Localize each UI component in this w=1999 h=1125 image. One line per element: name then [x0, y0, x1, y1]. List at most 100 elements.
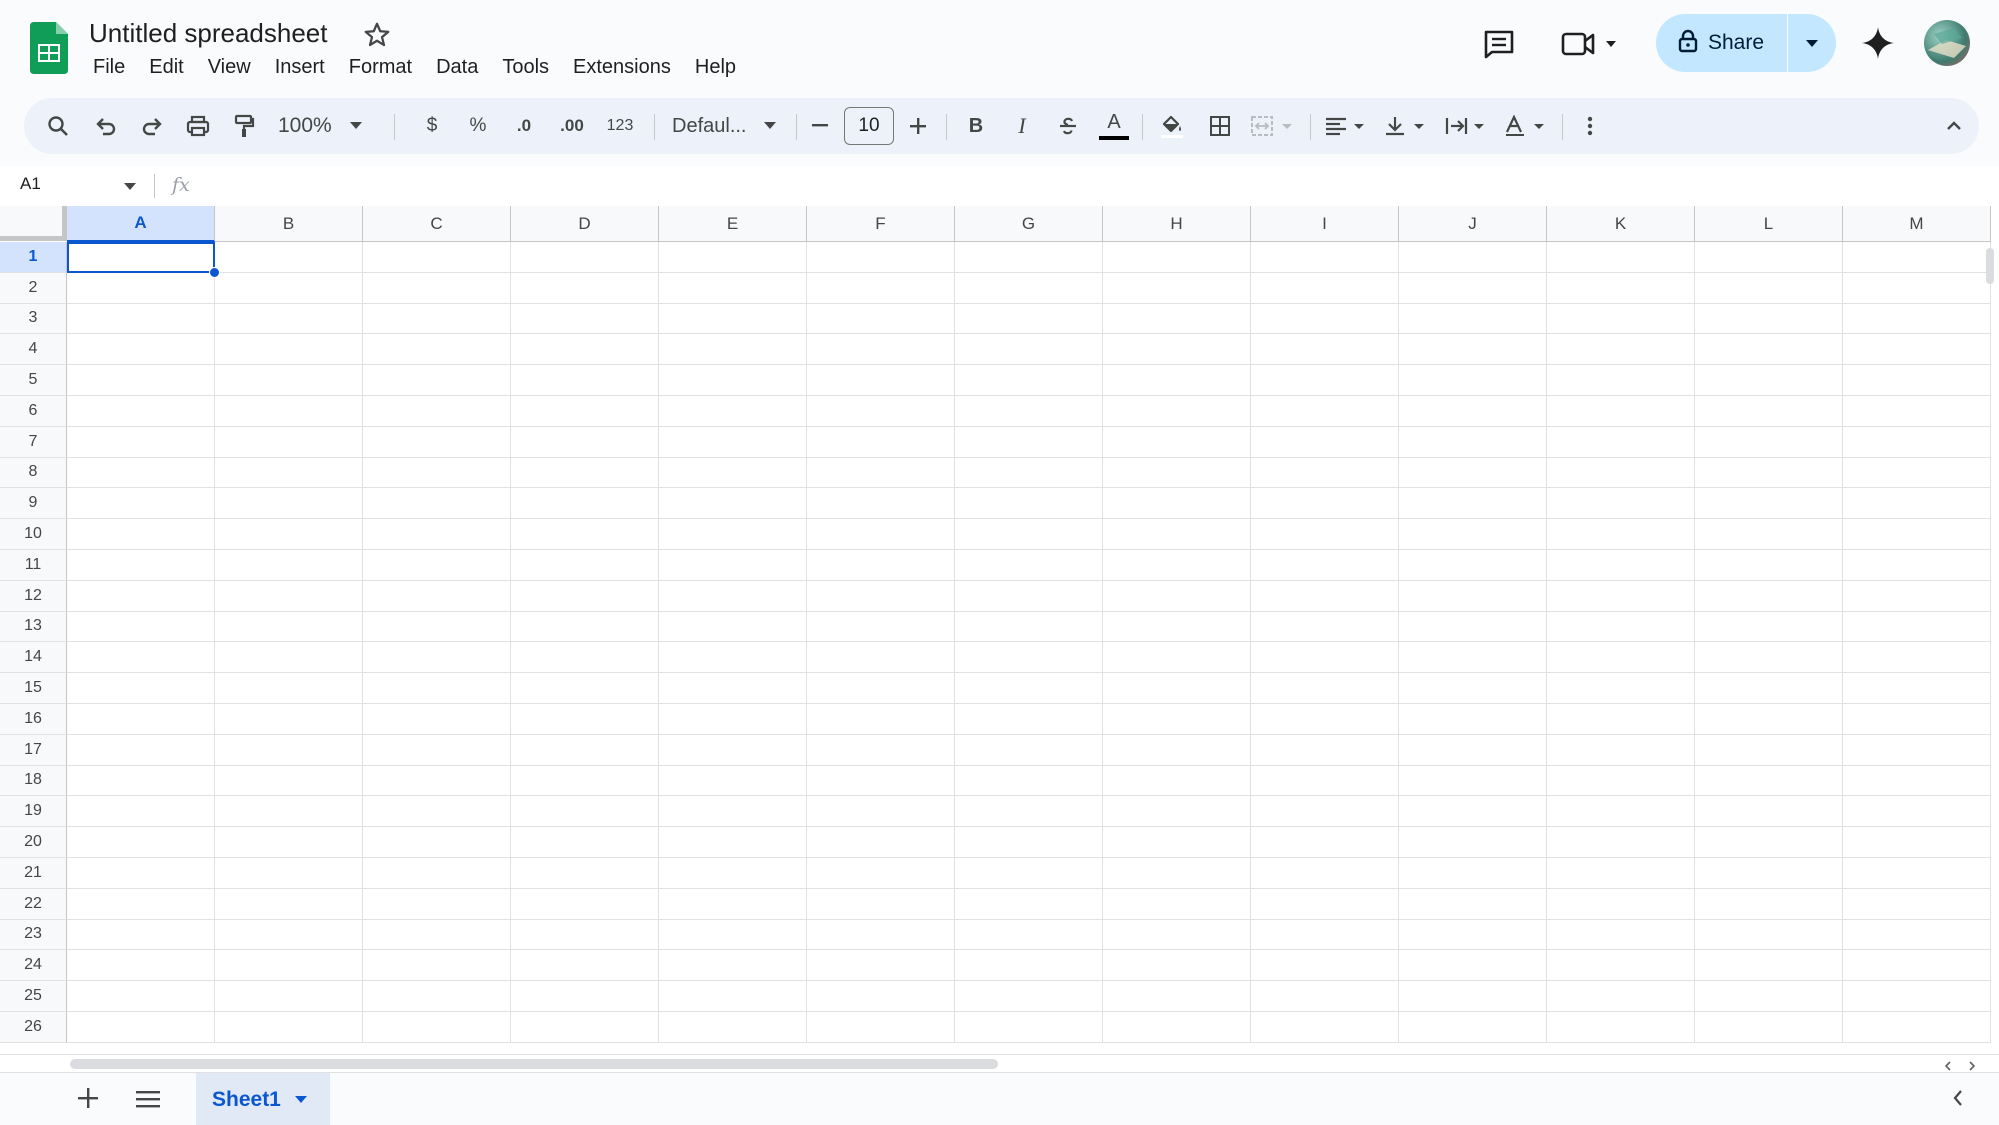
cell-b3[interactable] [215, 303, 363, 335]
cell-b25[interactable] [215, 981, 363, 1012]
cell-d15[interactable] [511, 673, 659, 704]
cell-k19[interactable] [1547, 796, 1695, 828]
cell-i14[interactable] [1251, 642, 1399, 674]
borders-icon[interactable] [1200, 98, 1240, 154]
cell-m6[interactable] [1843, 395, 1991, 427]
formula-input[interactable] [210, 172, 1970, 200]
cell-b13[interactable] [215, 611, 363, 643]
cell-i25[interactable] [1251, 981, 1399, 1012]
cell-g13[interactable] [955, 611, 1103, 643]
cell-d1[interactable] [511, 242, 659, 273]
row-header-19[interactable]: 19 [0, 796, 67, 828]
menu-insert[interactable]: Insert [263, 54, 337, 82]
cell-i15[interactable] [1251, 673, 1399, 704]
cell-l7[interactable] [1695, 426, 1843, 458]
cell-k16[interactable] [1547, 703, 1695, 735]
cell-m4[interactable] [1843, 334, 1991, 366]
cell-g22[interactable] [955, 888, 1103, 920]
cell-a12[interactable] [67, 580, 215, 612]
cell-d26[interactable] [511, 1011, 659, 1043]
cell-l3[interactable] [1695, 303, 1843, 335]
cell-e22[interactable] [659, 888, 807, 920]
cell-e23[interactable] [659, 919, 807, 951]
cell-c16[interactable] [363, 703, 511, 735]
cell-e16[interactable] [659, 703, 807, 735]
cell-b7[interactable] [215, 426, 363, 458]
share-button[interactable]: Share [1656, 14, 1836, 72]
cell-l13[interactable] [1695, 611, 1843, 643]
italic-button[interactable]: I [1002, 98, 1042, 154]
row-header-12[interactable]: 12 [0, 580, 67, 612]
cell-h9[interactable] [1103, 488, 1251, 520]
font-select[interactable]: Defaul... [664, 98, 804, 154]
row-header-1[interactable]: 1 [0, 242, 67, 273]
cell-j13[interactable] [1399, 611, 1547, 643]
cell-h19[interactable] [1103, 796, 1251, 828]
cell-l19[interactable] [1695, 796, 1843, 828]
active-cell-a1[interactable] [67, 242, 215, 273]
menu-format[interactable]: Format [337, 54, 424, 82]
cell-k22[interactable] [1547, 888, 1695, 920]
cell-h13[interactable] [1103, 611, 1251, 643]
cell-i4[interactable] [1251, 334, 1399, 366]
cell-l4[interactable] [1695, 334, 1843, 366]
cell-m16[interactable] [1843, 703, 1991, 735]
cell-h22[interactable] [1103, 888, 1251, 920]
cell-e15[interactable] [659, 673, 807, 704]
cell-d11[interactable] [511, 549, 659, 581]
cell-a5[interactable] [67, 365, 215, 396]
cell-f19[interactable] [807, 796, 955, 828]
horizontal-scrollbar-thumb[interactable] [70, 1059, 998, 1069]
cell-c19[interactable] [363, 796, 511, 828]
cell-g26[interactable] [955, 1011, 1103, 1043]
cell-j5[interactable] [1399, 365, 1547, 396]
cell-d8[interactable] [511, 457, 659, 489]
paint-format-icon[interactable] [224, 98, 264, 154]
cell-j20[interactable] [1399, 827, 1547, 858]
cell-l18[interactable] [1695, 765, 1843, 797]
cell-g23[interactable] [955, 919, 1103, 951]
cell-a16[interactable] [67, 703, 215, 735]
cell-c15[interactable] [363, 673, 511, 704]
cell-k15[interactable] [1547, 673, 1695, 704]
cell-g7[interactable] [955, 426, 1103, 458]
document-title[interactable]: Untitled spreadsheet [89, 18, 327, 49]
row-header-26[interactable]: 26 [0, 1011, 67, 1043]
cell-f16[interactable] [807, 703, 955, 735]
cell-h3[interactable] [1103, 303, 1251, 335]
decrease-font-size-button[interactable] [802, 98, 838, 154]
share-main-button[interactable]: Share [1656, 14, 1788, 72]
text-wrapping-icon[interactable] [1438, 98, 1494, 154]
cell-h2[interactable] [1103, 272, 1251, 304]
cell-d13[interactable] [511, 611, 659, 643]
cell-c21[interactable] [363, 857, 511, 889]
cell-l24[interactable] [1695, 950, 1843, 982]
vertical-scrollbar-thumb[interactable] [1986, 248, 1994, 284]
cell-a17[interactable] [67, 734, 215, 766]
column-header-l[interactable]: L [1695, 206, 1843, 242]
cell-l15[interactable] [1695, 673, 1843, 704]
cell-i11[interactable] [1251, 549, 1399, 581]
name-box[interactable]: A1 [20, 174, 41, 194]
decrease-decimal-button[interactable]: .0 [504, 98, 544, 154]
cell-f1[interactable] [807, 242, 955, 273]
cell-b16[interactable] [215, 703, 363, 735]
font-size-input[interactable]: 10 [844, 107, 894, 145]
cell-k11[interactable] [1547, 549, 1695, 581]
row-header-8[interactable]: 8 [0, 457, 67, 489]
vertical-align-icon[interactable] [1378, 98, 1434, 154]
cell-a18[interactable] [67, 765, 215, 797]
row-header-21[interactable]: 21 [0, 857, 67, 889]
cell-f3[interactable] [807, 303, 955, 335]
cell-a19[interactable] [67, 796, 215, 828]
cell-e20[interactable] [659, 827, 807, 858]
cell-c22[interactable] [363, 888, 511, 920]
cell-g21[interactable] [955, 857, 1103, 889]
cell-c24[interactable] [363, 950, 511, 982]
cell-h18[interactable] [1103, 765, 1251, 797]
cell-b21[interactable] [215, 857, 363, 889]
merge-cells-icon[interactable] [1244, 98, 1304, 154]
cell-a7[interactable] [67, 426, 215, 458]
cell-g1[interactable] [955, 242, 1103, 273]
horizontal-align-icon[interactable] [1318, 98, 1374, 154]
